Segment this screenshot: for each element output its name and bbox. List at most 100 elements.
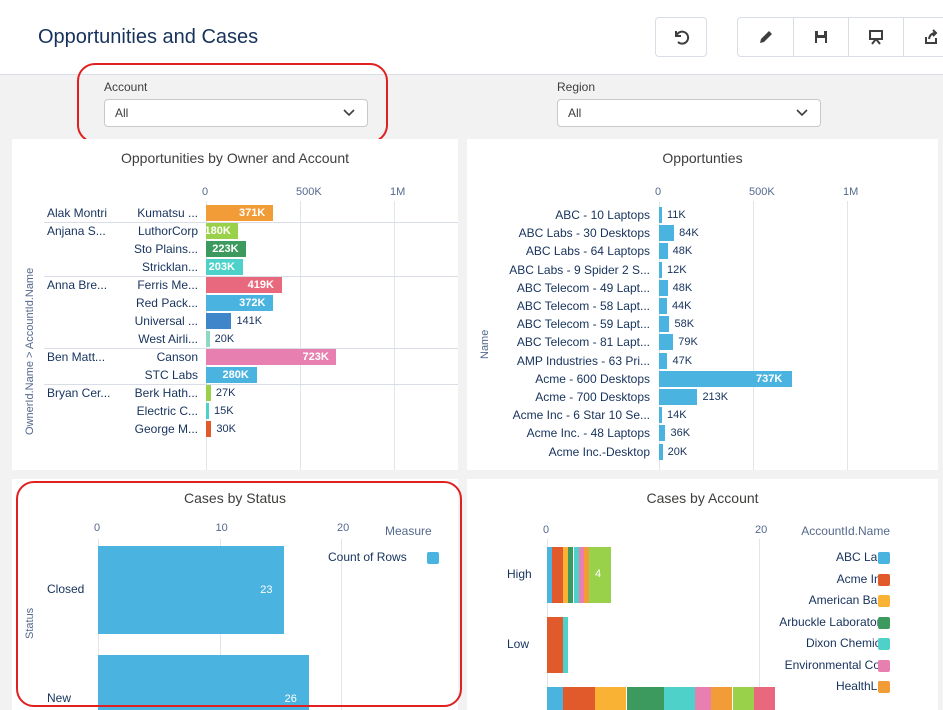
data-label: 203K bbox=[208, 261, 235, 273]
data-label: 371K bbox=[238, 207, 266, 219]
cases-by-account-chart: Cases by Account 0 20 High Low 4 AccountId.Na… bbox=[467, 479, 938, 710]
category-label: ABC Telecom - 58 Lapt... bbox=[516, 299, 650, 313]
account-label: Canson bbox=[156, 350, 198, 364]
bar bbox=[98, 546, 285, 634]
bar bbox=[659, 207, 662, 223]
category-label: New bbox=[47, 691, 72, 705]
account-label: LuthorCorp bbox=[137, 224, 198, 238]
category-label: ABC Labs - 9 Spider 2 S... bbox=[509, 262, 650, 277]
account-label: West Airli... bbox=[138, 332, 198, 346]
x-tick-label: 10 bbox=[215, 522, 228, 534]
x-tick-label: 0 bbox=[202, 186, 209, 198]
data-label: 23 bbox=[260, 584, 273, 596]
owner-label: Bryan Cer... bbox=[47, 386, 111, 400]
bar bbox=[659, 352, 668, 369]
account-select[interactable]: All bbox=[104, 99, 368, 127]
category-label: Acme Inc - 6 Star 10 Se... bbox=[512, 408, 650, 423]
data-label: 36K bbox=[670, 427, 691, 440]
owner-label: Alak Montri bbox=[47, 206, 108, 220]
share-button[interactable] bbox=[903, 18, 943, 56]
account-label: Red Pack... bbox=[135, 296, 198, 310]
chart-title: Opportunties bbox=[662, 150, 743, 166]
account-label: Universal ... bbox=[134, 314, 198, 328]
opportunities-by-owner-chart: Opportunities by Owner and Account 0 500K… bbox=[12, 139, 458, 470]
legend-title: AccountId.Name bbox=[801, 524, 890, 538]
bar-segment bbox=[547, 617, 563, 673]
bar-segment bbox=[594, 687, 627, 710]
legend-item: Environmental Co... bbox=[784, 657, 890, 672]
bar bbox=[659, 279, 668, 296]
x-tick-label: 0 bbox=[655, 186, 662, 198]
data-label: 44K bbox=[671, 300, 692, 312]
x-tick-label: 500K bbox=[749, 186, 775, 198]
gridline bbox=[394, 201, 395, 470]
data-label: 723K bbox=[302, 351, 329, 363]
present-button[interactable] bbox=[848, 18, 904, 56]
bar bbox=[206, 421, 212, 437]
dashboard-header: Opportunities and Cases bbox=[0, 0, 943, 75]
chart-title: Cases by Status bbox=[184, 490, 286, 506]
category-label: ABC Labs - 30 Desktops bbox=[518, 226, 650, 241]
legend-swatch bbox=[427, 552, 439, 564]
bar bbox=[659, 261, 662, 278]
chart-title: Opportunities by Owner and Account bbox=[120, 150, 350, 166]
data-label: 11K bbox=[667, 209, 686, 221]
data-label: 84K bbox=[679, 227, 699, 240]
data-label: 20K bbox=[214, 333, 235, 345]
group-separator bbox=[44, 222, 458, 223]
owner-label: Anjana S... bbox=[47, 224, 106, 238]
chart-title: Cases by Account bbox=[646, 490, 759, 506]
data-label: 372K bbox=[239, 297, 266, 309]
legend-swatch bbox=[878, 659, 890, 672]
bar-segment bbox=[753, 687, 775, 710]
edit-button[interactable] bbox=[738, 18, 794, 56]
bar-segment bbox=[552, 547, 563, 603]
x-tick-label: 0 bbox=[543, 524, 550, 536]
data-label: 47K bbox=[672, 354, 693, 367]
bar bbox=[659, 407, 662, 424]
category-label: Acme - 700 Desktops bbox=[535, 390, 650, 404]
save-icon bbox=[814, 31, 827, 43]
bar-segment bbox=[626, 687, 664, 710]
x-tick-label: 500K bbox=[296, 186, 322, 198]
account-label: Stricklan... bbox=[141, 260, 198, 274]
data-label: 419K bbox=[247, 279, 274, 291]
legend-swatch bbox=[878, 552, 890, 564]
bar bbox=[659, 425, 666, 442]
category-label: ABC Telecom - 81 Lapt... bbox=[516, 335, 650, 350]
category-label: Acme - 600 Desktops bbox=[535, 371, 650, 386]
legend-title: Measure bbox=[385, 524, 432, 538]
share-icon bbox=[924, 29, 937, 44]
data-label: 180K bbox=[204, 225, 231, 237]
save-button[interactable] bbox=[793, 18, 849, 56]
bar bbox=[206, 385, 211, 401]
data-label: 26 bbox=[284, 693, 297, 705]
gridline bbox=[753, 201, 754, 470]
bar bbox=[659, 225, 675, 242]
account-label: Berk Hath... bbox=[134, 386, 198, 400]
bar-segment bbox=[695, 687, 712, 710]
category-label: Closed bbox=[47, 582, 85, 596]
bar bbox=[659, 298, 667, 314]
toolbar-button-group bbox=[737, 17, 943, 57]
data-label: 280K bbox=[222, 369, 249, 381]
data-label: 213K bbox=[702, 391, 729, 403]
account-label: Kumatsu ... bbox=[137, 206, 198, 220]
x-tick-label: 1M bbox=[390, 186, 406, 198]
category-label: ABC Telecom - 49 Lapt... bbox=[516, 280, 650, 295]
account-label: George M... bbox=[134, 422, 198, 436]
y-axis-label: OwnerId.Name > AccountId.Name bbox=[24, 267, 36, 435]
undo-button[interactable] bbox=[655, 17, 707, 57]
data-label: 58K bbox=[674, 318, 695, 331]
owner-label: Ben Matt... bbox=[47, 350, 106, 364]
bar bbox=[659, 243, 668, 260]
data-label: 15K bbox=[214, 405, 234, 417]
account-filter-label: Account bbox=[104, 80, 148, 94]
category-label: Low bbox=[507, 637, 530, 651]
bar bbox=[206, 403, 209, 419]
account-filter: Account All bbox=[104, 80, 368, 127]
bar-segment bbox=[562, 617, 569, 673]
bar-segment bbox=[732, 687, 754, 710]
account-label: Sto Plains... bbox=[133, 242, 198, 256]
region-select[interactable]: All bbox=[557, 99, 821, 127]
